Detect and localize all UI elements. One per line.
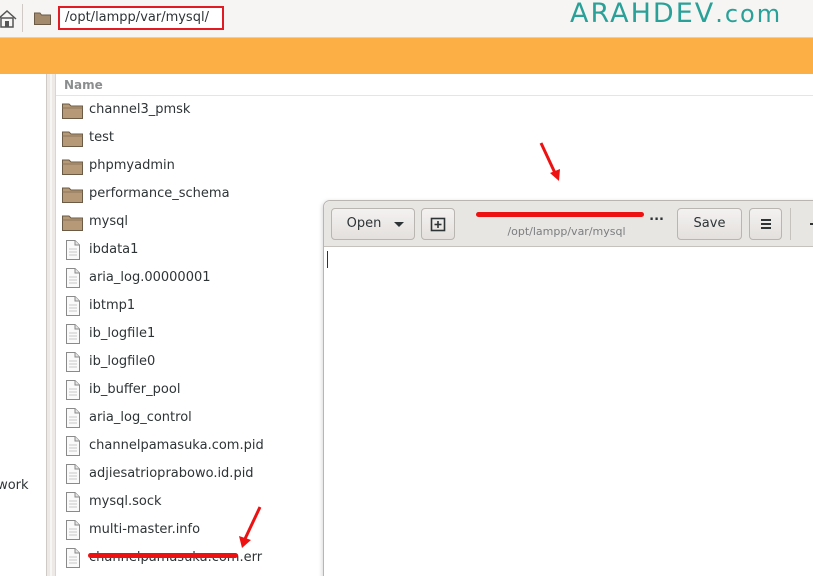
list-item[interactable]: ib_buffer_pool: [56, 376, 356, 404]
list-item[interactable]: ib_logfile1: [56, 320, 356, 348]
editor-headerbar: Open ... /opt/lampp/var/mysql Save: [324, 201, 813, 247]
list-item-label: aria_log_control: [89, 410, 192, 425]
list-item-label: multi-master.info: [89, 522, 201, 537]
file-icon: [62, 240, 83, 260]
list-item[interactable]: ib_logfile0: [56, 348, 356, 376]
redaction-mark: [476, 212, 644, 217]
list-item-label: channelpamasuka.com.pid: [89, 438, 264, 453]
arrow-annotation: [239, 506, 262, 548]
folder-icon: [62, 212, 83, 232]
list-item[interactable]: channel3_pmsk: [56, 96, 356, 124]
save-button[interactable]: Save: [677, 208, 742, 240]
redaction-mark: [88, 553, 238, 558]
list-item[interactable]: aria_log_control: [56, 404, 356, 432]
list-item[interactable]: phpmyadmin: [56, 152, 356, 180]
list-item[interactable]: adjiesatrioprabowo.id.pid: [56, 460, 356, 488]
file-icon: [62, 464, 83, 484]
file-icon: [62, 268, 83, 288]
file-icon: [62, 436, 83, 456]
column-header-name[interactable]: Name: [56, 74, 813, 96]
list-item-label: ib_logfile0: [89, 354, 156, 369]
arrow-annotation: [539, 142, 560, 181]
toolbar-separator: [22, 4, 23, 32]
file-icon: [62, 548, 83, 568]
folder-icon: [34, 12, 51, 25]
pane-divider[interactable]: [46, 74, 56, 576]
folder-icon: [62, 156, 83, 176]
folder-icon: [62, 184, 83, 204]
chevron-down-icon: [394, 222, 404, 227]
file-icon: [62, 380, 83, 400]
list-item[interactable]: test: [56, 124, 356, 152]
list-item[interactable]: mysql.sock: [56, 488, 356, 516]
new-tab-icon: [430, 217, 446, 232]
list-item[interactable]: performance_schema: [56, 180, 356, 208]
document-title: ...: [649, 209, 664, 224]
list-item-label: ib_buffer_pool: [89, 382, 181, 397]
list-item[interactable]: mysql: [56, 208, 356, 236]
list-item[interactable]: channelpamasuka.com.pid: [56, 432, 356, 460]
list-item-label: mysql.sock: [89, 494, 162, 509]
home-icon[interactable]: [0, 4, 18, 32]
text-area[interactable]: [324, 248, 813, 576]
file-icon: [62, 296, 83, 316]
text-editor-window: Open ... /opt/lampp/var/mysql Save: [323, 200, 813, 576]
list-item[interactable]: aria_log.00000001: [56, 264, 356, 292]
document-path: /opt/lampp/var/mysql: [507, 225, 626, 238]
location-path-field[interactable]: /opt/lampp/var/mysql/: [58, 6, 224, 30]
list-item-label: test: [89, 130, 114, 145]
list-item-label: mysql: [89, 214, 128, 229]
folder-icon: [62, 100, 83, 120]
watermark-logo: ARAHDEV.com: [570, 0, 783, 29]
list-item-label: channel3_pmsk: [89, 102, 191, 117]
sidebar-item-network[interactable]: twork: [0, 478, 29, 493]
file-icon: [62, 492, 83, 512]
open-button[interactable]: Open: [331, 208, 415, 240]
file-icon: [62, 520, 83, 540]
list-item[interactable]: ibdata1: [56, 236, 356, 264]
file-icon: [62, 408, 83, 428]
list-item-label: ibtmp1: [89, 298, 136, 313]
hamburger-menu-icon: [760, 219, 771, 229]
list-item[interactable]: multi-master.info: [56, 516, 356, 544]
list-item-label: ibdata1: [89, 242, 139, 257]
file-icon: [62, 352, 83, 372]
list-item-label: performance_schema: [89, 186, 230, 201]
headerbar-separator: [790, 208, 791, 240]
places-sidebar: twork: [0, 74, 46, 576]
list-item-label: aria_log.00000001: [89, 270, 211, 285]
list-item-label: adjiesatrioprabowo.id.pid: [89, 466, 254, 481]
highlight-banner: [0, 38, 813, 74]
new-tab-button[interactable]: [421, 208, 455, 240]
menu-button[interactable]: [749, 208, 782, 240]
list-item[interactable]: channelpamasuka.com.err: [56, 544, 356, 572]
location-bar: /opt/lampp/var/mysql/ ARAHDEV.com: [0, 0, 813, 38]
list-item-label: phpmyadmin: [89, 158, 175, 173]
list-item-label: ib_logfile1: [89, 326, 156, 341]
file-icon: [62, 324, 83, 344]
list-item[interactable]: ibtmp1: [56, 292, 356, 320]
folder-icon: [62, 128, 83, 148]
